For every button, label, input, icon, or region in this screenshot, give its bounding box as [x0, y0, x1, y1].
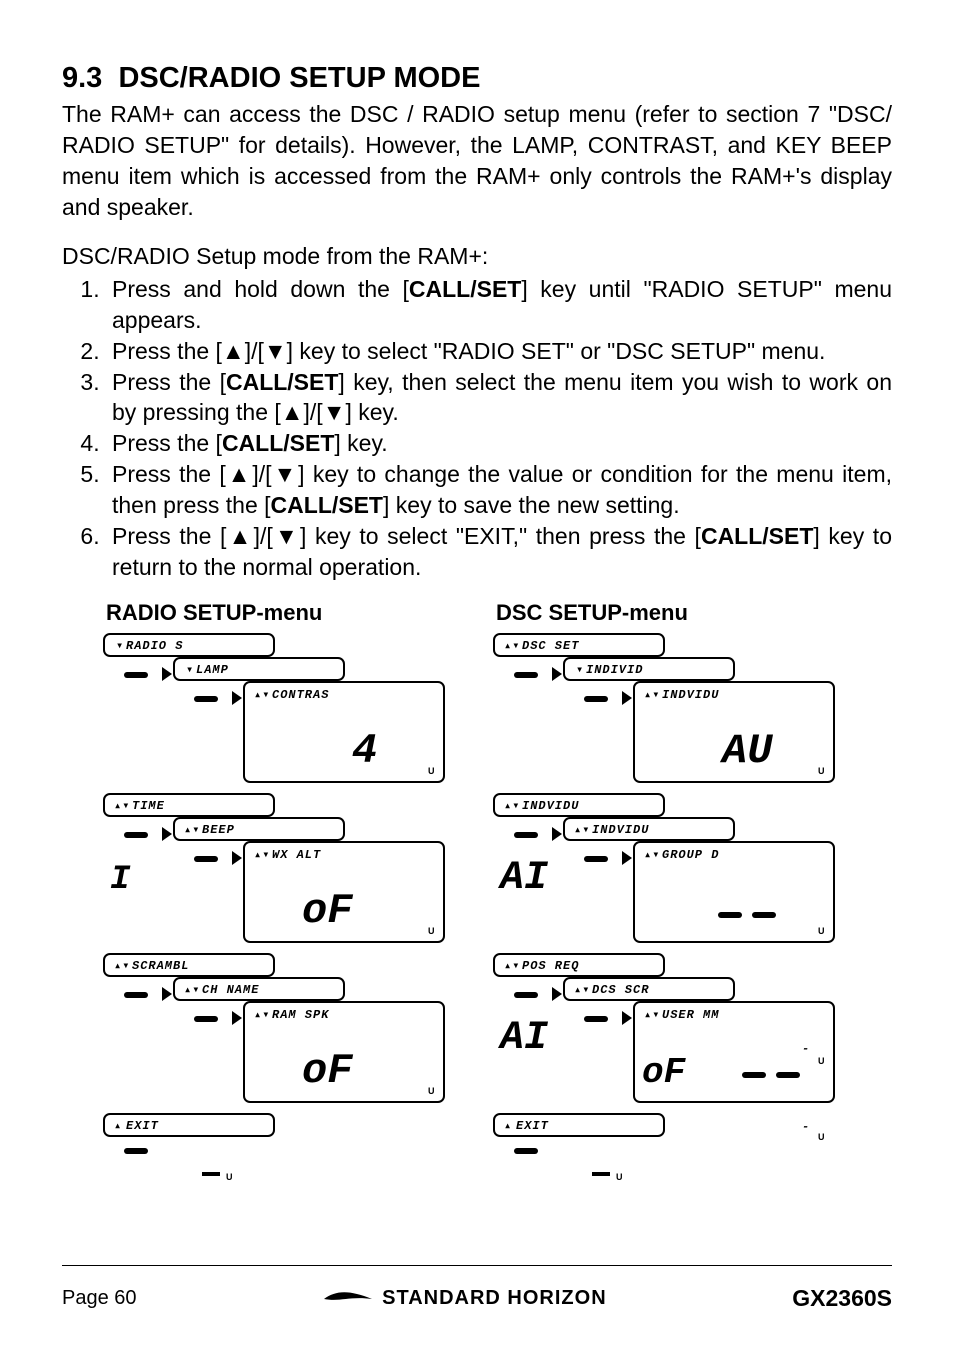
svg-text:AI: AI [497, 856, 549, 901]
svg-text:AU: AU [719, 727, 773, 775]
svg-text:GROUP D: GROUP D [662, 848, 719, 862]
svg-text:U: U [428, 1086, 435, 1096]
svg-text:▴▾: ▴▾ [254, 688, 270, 702]
svg-text:U: U [818, 766, 825, 776]
menu-diagrams-row: RADIO SETUP-menu ▾ RADIO S ▾ LAMP ▴▾ CON… [102, 600, 892, 1192]
svg-text:LAMP: LAMP [196, 663, 229, 677]
dsc-setup-menu-column: DSC SETUP-menu ▴▾ DSC SET ▾ INDIVID ▴▾ I… [492, 600, 852, 1192]
svg-text:SCRAMBL: SCRAMBL [132, 959, 189, 973]
page-number: Page 60 [62, 1287, 137, 1310]
brand-text: STANDARD HORIZON [382, 1287, 607, 1310]
svg-text:TIME: TIME [132, 799, 165, 813]
svg-text:▾: ▾ [576, 663, 584, 677]
svg-text:▴▾: ▴▾ [574, 823, 590, 837]
svg-text:4: 4 [352, 727, 377, 775]
svg-text:-: - [802, 1120, 810, 1134]
svg-text:-: - [802, 1042, 810, 1056]
svg-text:oF: oF [302, 887, 353, 935]
svg-text:oF: oF [642, 1052, 687, 1093]
step-1: Press and hold down the [CALL/SET] key u… [106, 274, 892, 336]
svg-text:I: I [110, 861, 131, 899]
svg-text:DSC SET: DSC SET [522, 639, 579, 653]
svg-text:▴▾: ▴▾ [184, 983, 200, 997]
section-number: 9.3 [62, 62, 102, 94]
radio-setup-menu-column: RADIO SETUP-menu ▾ RADIO S ▾ LAMP ▴▾ CON… [102, 600, 462, 1192]
step-3: Press the [CALL/SET] key, then select th… [106, 367, 892, 429]
footer-rule [62, 1265, 892, 1266]
svg-text:AI: AI [497, 1016, 549, 1061]
svg-text:U: U [616, 1172, 623, 1182]
svg-text:INDVIDU: INDVIDU [662, 688, 719, 702]
svg-text:U: U [428, 926, 435, 936]
svg-text:▾: ▾ [116, 639, 124, 653]
svg-text:▴▾: ▴▾ [504, 959, 520, 973]
svg-text:BEEP: BEEP [202, 823, 235, 837]
model-number: GX2360S [792, 1285, 892, 1312]
svg-text:EXIT: EXIT [516, 1119, 549, 1133]
svg-text:▴▾: ▴▾ [254, 848, 270, 862]
svg-text:USER MM: USER MM [662, 1008, 719, 1022]
svg-text:oF: oF [302, 1047, 353, 1095]
dsc-setup-menu-title: DSC SETUP-menu [496, 600, 852, 626]
svg-text:RADIO S: RADIO S [126, 639, 183, 653]
svg-text:DCS SCR: DCS SCR [592, 983, 649, 997]
svg-text:U: U [818, 1056, 825, 1066]
svg-text:CONTRAS: CONTRAS [272, 688, 329, 702]
svg-text:INDVIDU: INDVIDU [522, 799, 579, 813]
step-2: Press the [▲]/[▼] key to select "RADIO S… [106, 336, 892, 367]
svg-text:U: U [226, 1172, 233, 1182]
svg-text:▴▾: ▴▾ [504, 799, 520, 813]
svg-text:▴: ▴ [114, 1119, 122, 1133]
radio-setup-menu-title: RADIO SETUP-menu [106, 600, 462, 626]
radio-setup-menu-diagram: ▾ RADIO S ▾ LAMP ▴▾ CONTRAS 4 U [102, 632, 452, 1187]
step-6: Press the [▲]/[▼] key to select "EXIT," … [106, 521, 892, 583]
section-heading: 9.3 DSC/RADIO SETUP MODE [62, 62, 892, 95]
steps-list: Press and hold down the [CALL/SET] key u… [62, 274, 892, 582]
svg-text:POS REQ: POS REQ [522, 959, 579, 973]
svg-text:▴▾: ▴▾ [254, 1008, 270, 1022]
svg-text:▴▾: ▴▾ [644, 848, 660, 862]
svg-text:▴▾: ▴▾ [114, 799, 130, 813]
svg-text:INDIVID: INDIVID [586, 663, 643, 677]
svg-text:U: U [818, 1132, 825, 1142]
manual-page: 9.3 DSC/RADIO SETUP MODE The RAM+ can ac… [0, 0, 954, 1352]
page-footer: Page 60 STANDARD HORIZON GX2360S [0, 1285, 954, 1312]
section-title-text: DSC/RADIO SETUP MODE [118, 62, 480, 94]
svg-text:▴▾: ▴▾ [644, 688, 660, 702]
brand-logo: STANDARD HORIZON [322, 1287, 607, 1310]
horizon-swoosh-icon [322, 1288, 374, 1310]
svg-text:▴▾: ▴▾ [644, 1008, 660, 1022]
svg-text:INDVIDU: INDVIDU [592, 823, 649, 837]
svg-text:WX ALT: WX ALT [272, 848, 321, 862]
sub-intro: DSC/RADIO Setup mode from the RAM+: [62, 243, 892, 270]
svg-text:▴▾: ▴▾ [184, 823, 200, 837]
dsc-setup-menu-diagram: ▴▾ DSC SET ▾ INDIVID ▴▾ INDVIDU AU U [492, 632, 842, 1187]
svg-text:U: U [818, 926, 825, 936]
svg-text:▴▾: ▴▾ [504, 639, 520, 653]
step-5: Press the [▲]/[▼] key to change the valu… [106, 459, 892, 521]
svg-text:▴: ▴ [504, 1119, 512, 1133]
step-4: Press the [CALL/SET] key. [106, 428, 892, 459]
svg-text:▾: ▾ [186, 663, 194, 677]
svg-text:EXIT: EXIT [126, 1119, 159, 1133]
intro-paragraph: The RAM+ can access the DSC / RADIO setu… [62, 99, 892, 223]
svg-text:CH NAME: CH NAME [202, 983, 259, 997]
svg-text:▴▾: ▴▾ [114, 959, 130, 973]
svg-text:U: U [428, 766, 435, 776]
svg-text:▴▾: ▴▾ [574, 983, 590, 997]
svg-text:RAM SPK: RAM SPK [272, 1008, 330, 1022]
